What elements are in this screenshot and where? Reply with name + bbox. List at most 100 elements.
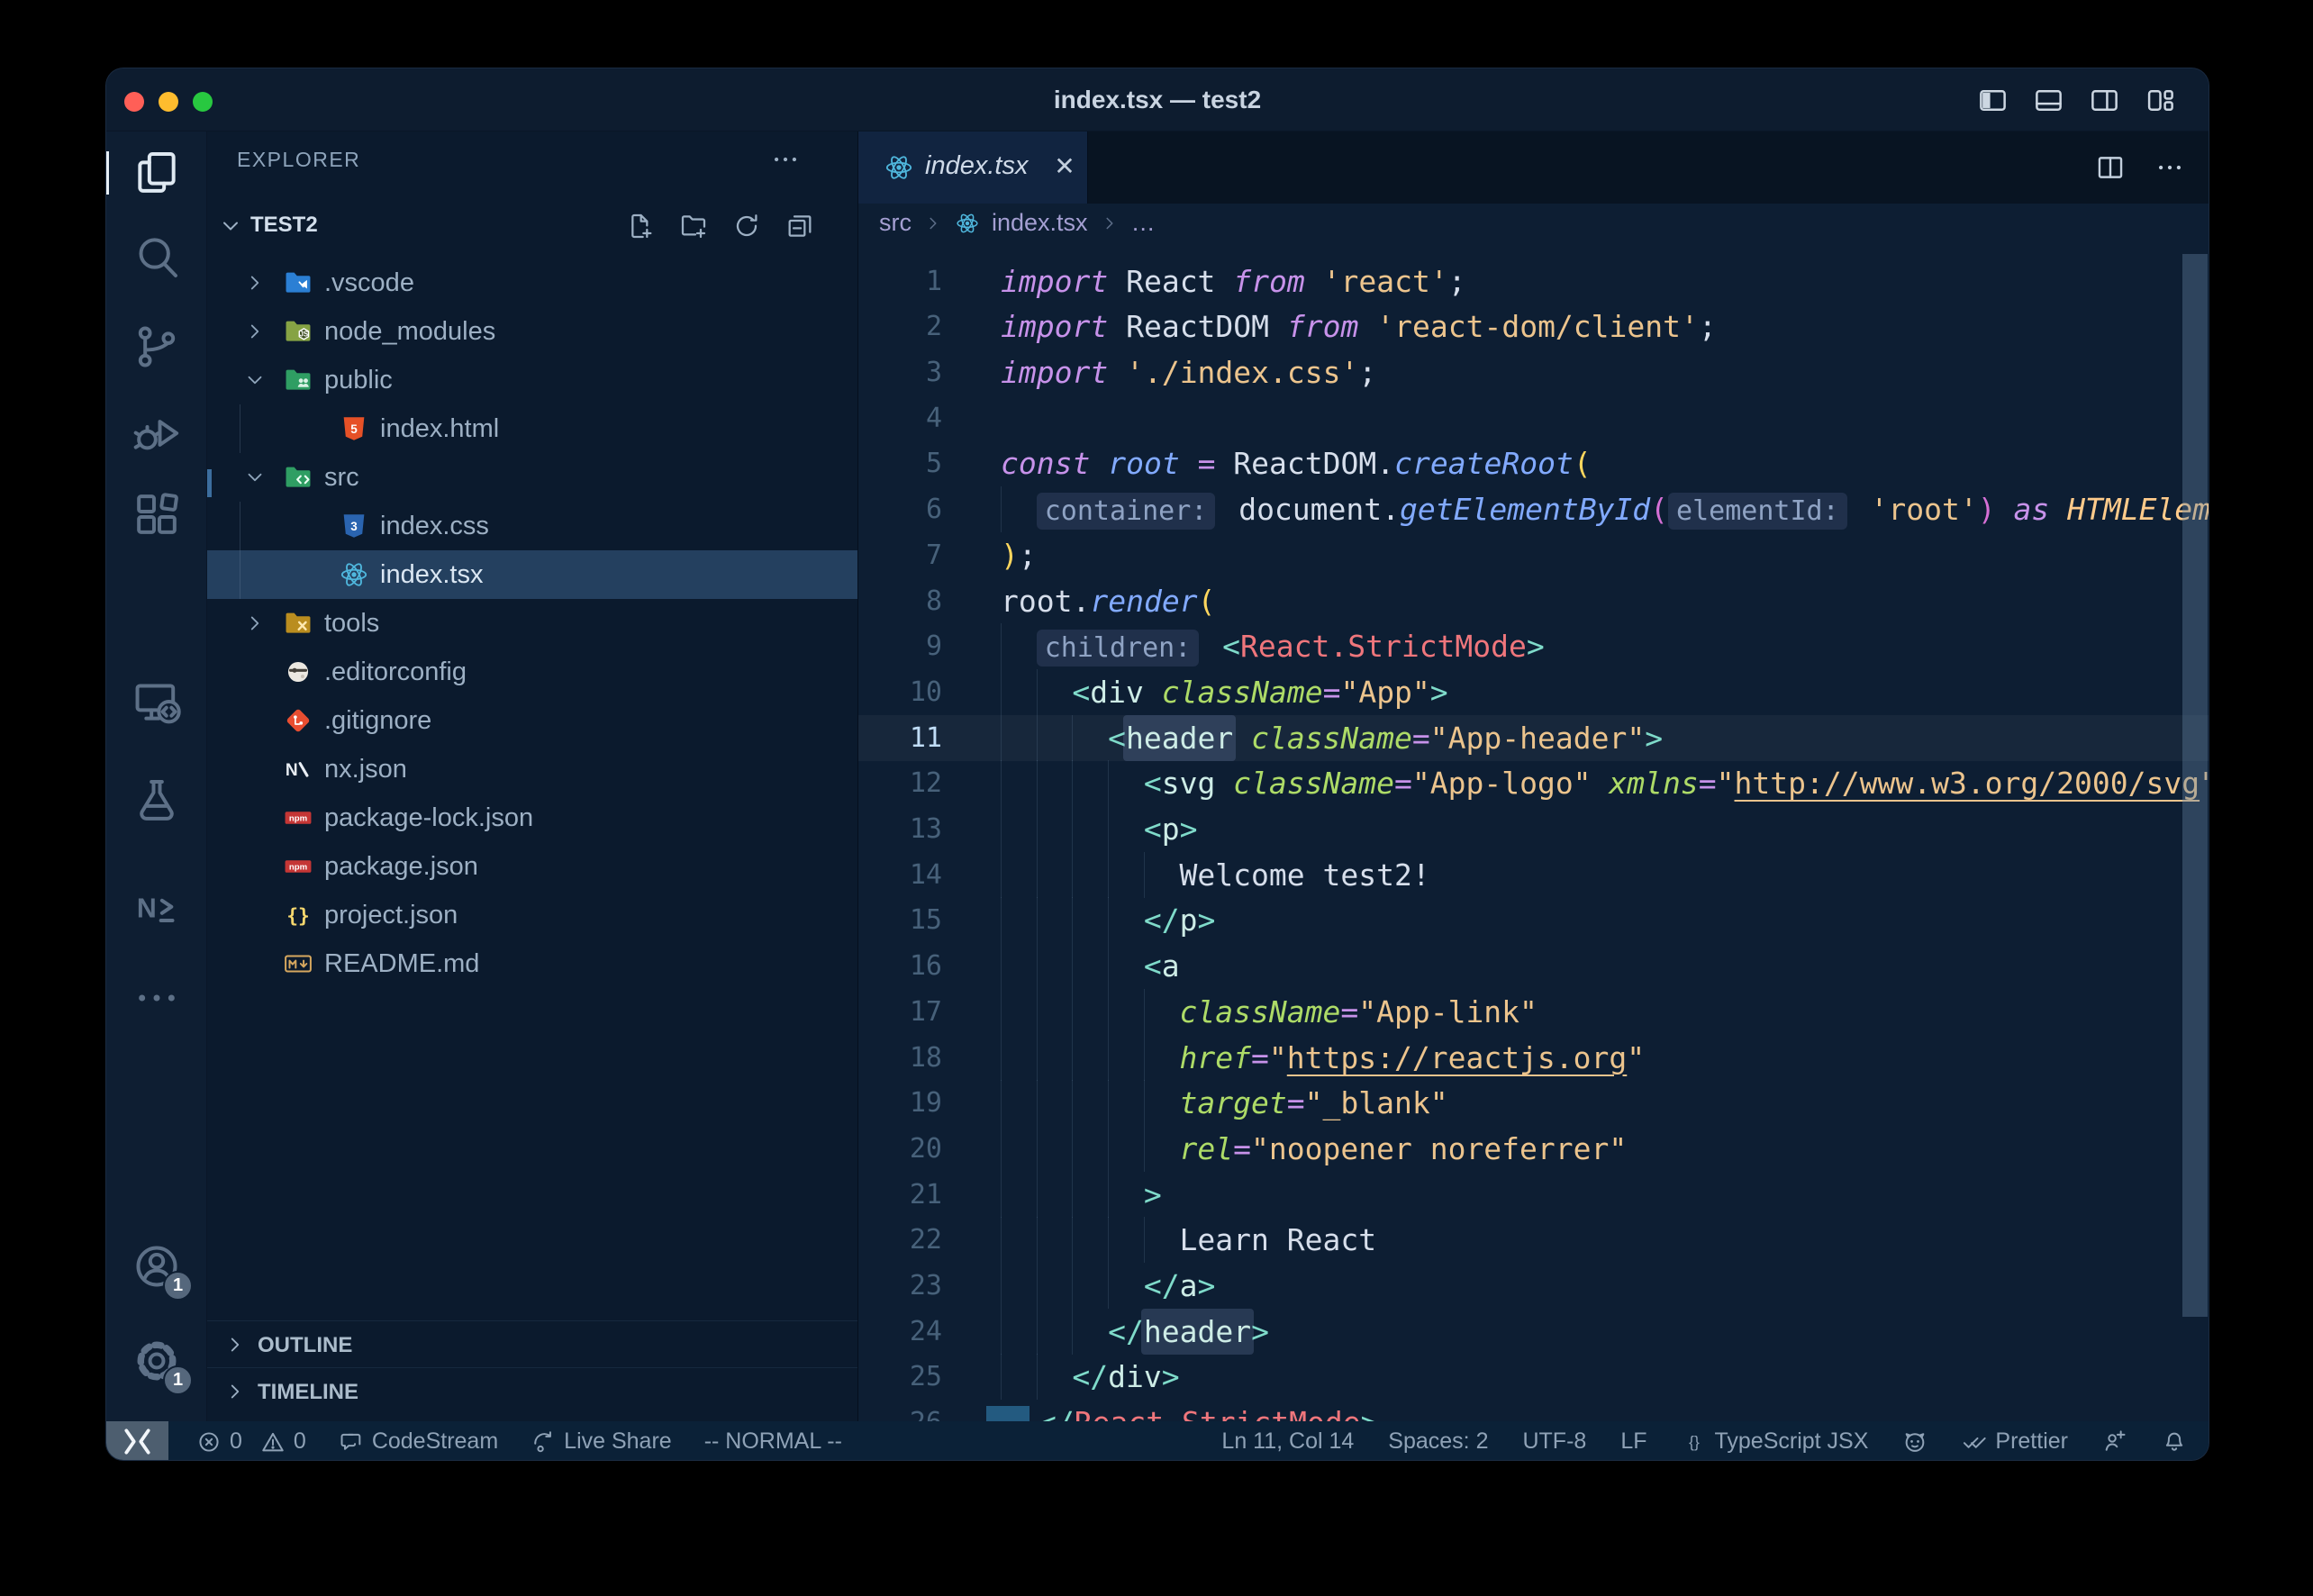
code-line-8[interactable]: 8root.render(	[858, 578, 2209, 624]
tree-item-src[interactable]: src	[207, 453, 857, 502]
code-line-11[interactable]: 11<header className="App-header">	[858, 715, 2209, 761]
code-line-24[interactable]: 24</header>	[858, 1309, 2209, 1355]
new-file-icon[interactable]	[626, 212, 655, 240]
code-line-22[interactable]: 22Learn React	[858, 1217, 2209, 1263]
code-line-16[interactable]: 16<a	[858, 943, 2209, 989]
activity-item-settings[interactable]: 1	[132, 1336, 182, 1386]
refresh-explorer-icon[interactable]	[732, 212, 761, 240]
close-tab-icon[interactable]: ✕	[1049, 151, 1080, 184]
status-item-codestream[interactable]: CodeStream	[339, 1428, 498, 1455]
status-item-warnings[interactable]: 0	[260, 1428, 306, 1455]
chevron-down-icon[interactable]	[243, 466, 267, 489]
activity-item-source-control[interactable]	[132, 322, 182, 372]
panel-outline[interactable]: OUTLINE	[207, 1320, 857, 1368]
code-line-13[interactable]: 13<p>	[858, 806, 2209, 852]
tree-item-index-html[interactable]: 5index.html	[207, 404, 857, 453]
tree-item-package-lock-json[interactable]: npmpackage-lock.json	[207, 793, 857, 842]
code-line-9[interactable]: 9children: <React.StrictMode>	[858, 623, 2209, 669]
chevron-right-icon[interactable]	[243, 320, 267, 343]
layout-sidebar-left-icon[interactable]	[1977, 85, 2009, 116]
status-item-eol[interactable]: LF	[1620, 1428, 1646, 1455]
split-editor-icon[interactable]	[2095, 152, 2126, 183]
panel-label: TIMELINE	[258, 1380, 358, 1405]
code-line-26[interactable]: 26</React.StrictMode>	[858, 1400, 2209, 1421]
status-item-language-mode[interactable]: {}TypeScript JSX	[1682, 1428, 1869, 1455]
line-number: 20	[858, 1126, 942, 1172]
layout-grid-icon[interactable]	[2145, 85, 2176, 116]
status-item-cursor-position[interactable]: Ln 11, Col 14	[1221, 1428, 1354, 1455]
tree-item-public[interactable]: public	[207, 356, 857, 404]
status-item-errors[interactable]: 0	[196, 1428, 242, 1455]
activity-item-more-views[interactable]	[132, 973, 182, 1023]
remote-indicator[interactable]	[106, 1421, 168, 1461]
line-number: 3	[858, 349, 942, 395]
activity-item-accounts[interactable]: 1	[132, 1241, 182, 1292]
code-line-23[interactable]: 23</a>	[858, 1263, 2209, 1309]
code-line-12[interactable]: 12<svg className="App-logo" xmlns="http:…	[858, 760, 2209, 806]
layout-panel-icon[interactable]	[2033, 85, 2064, 116]
breadcrumb-item[interactable]: index.tsx	[992, 209, 1088, 237]
code-line-15[interactable]: 15</p>	[858, 897, 2209, 943]
tree-item-label: project.json	[324, 901, 458, 930]
status-item-indentation[interactable]: Spaces: 2	[1388, 1428, 1488, 1455]
code-line-21[interactable]: 21>	[858, 1172, 2209, 1218]
code-line-14[interactable]: 14Welcome test2!	[858, 852, 2209, 898]
activity-item-remote-explorer[interactable]	[132, 676, 182, 727]
tree-item--gitignore[interactable]: .gitignore	[207, 696, 857, 745]
code-line-20[interactable]: 20rel="noopener noreferrer"	[858, 1126, 2209, 1172]
more-actions-icon[interactable]	[2154, 152, 2185, 183]
status-item-feedback[interactable]	[2102, 1429, 2127, 1455]
indent-guide	[1108, 989, 1109, 1035]
code-line-25[interactable]: 25</div>	[858, 1354, 2209, 1400]
code-line-19[interactable]: 19target="_blank"	[858, 1080, 2209, 1126]
code-line-2[interactable]: 2import ReactDOM from 'react-dom/client'…	[858, 304, 2209, 349]
layout-sidebar-right-icon[interactable]	[2089, 85, 2120, 116]
tree-item-package-json[interactable]: npmpackage.json	[207, 842, 857, 891]
status-item-notifications[interactable]	[2162, 1429, 2187, 1455]
tree-item-project-json[interactable]: {}project.json	[207, 891, 857, 939]
explorer-more-actions-icon[interactable]	[770, 144, 801, 175]
folder-section-header[interactable]: TEST2	[207, 202, 857, 249]
code-line-1[interactable]: 1import React from 'react';	[858, 258, 2209, 304]
code-line-18[interactable]: 18href="https://reactjs.org"	[858, 1035, 2209, 1081]
title-layout-controls	[1977, 68, 2176, 131]
collapse-folders-icon[interactable]	[785, 212, 814, 240]
new-folder-icon[interactable]	[679, 212, 708, 240]
code-line-3[interactable]: 3import './index.css';	[858, 349, 2209, 395]
code-line-5[interactable]: 5const root = ReactDOM.createRoot(	[858, 440, 2209, 486]
editor-scrollbar[interactable]	[2182, 254, 2208, 1317]
tree-item-readme-md[interactable]: README.md	[207, 939, 857, 988]
tree-item-index-tsx[interactable]: index.tsx	[207, 550, 857, 599]
tree-item-node-modules[interactable]: JSnode_modules	[207, 307, 857, 356]
status-item-prettier[interactable]: Prettier	[1962, 1428, 2068, 1455]
activity-item-extensions[interactable]	[132, 489, 182, 540]
code-line-10[interactable]: 10<div className="App">	[858, 669, 2209, 715]
tab-index-tsx[interactable]: index.tsx ✕	[858, 131, 1088, 204]
tree-item-nx-json[interactable]: Nnx.json	[207, 745, 857, 793]
chevron-right-icon[interactable]	[243, 271, 267, 295]
panel-timeline[interactable]: TIMELINE	[207, 1367, 857, 1415]
status-item-encoding[interactable]: UTF-8	[1522, 1428, 1586, 1455]
tree-item--vscode[interactable]: .vscode	[207, 258, 857, 307]
code-line-6[interactable]: 6container: document.getElementById(elem…	[858, 486, 2209, 532]
activity-item-explorer[interactable]	[132, 148, 182, 198]
chevron-right-icon[interactable]	[243, 612, 267, 635]
activity-item-run-and-debug[interactable]	[132, 408, 182, 458]
tree-item-index-css[interactable]: 3index.css	[207, 502, 857, 550]
status-item-vim-mode[interactable]: -- NORMAL --	[704, 1428, 842, 1455]
activity-item-nx-console[interactable]: N	[132, 883, 182, 933]
tree-item--editorconfig[interactable]: .editorconfig	[207, 648, 857, 696]
code-text: const root = ReactDOM.createRoot(	[1001, 440, 1592, 486]
breadcrumb-item[interactable]: …	[1131, 209, 1156, 237]
status-item-live-share[interactable]: Live Share	[531, 1428, 672, 1455]
code-line-7[interactable]: 7);	[858, 532, 2209, 578]
status-item-github[interactable]	[1902, 1429, 1928, 1455]
activity-item-testing[interactable]	[132, 775, 182, 826]
breadcrumb-item[interactable]: src	[879, 209, 912, 237]
chevron-down-icon[interactable]	[243, 368, 267, 392]
activity-item-search[interactable]	[132, 231, 182, 282]
code-line-17[interactable]: 17className="App-link"	[858, 989, 2209, 1035]
tree-item-tools[interactable]: tools	[207, 599, 857, 648]
code-editor[interactable]: 1import React from 'react';2import React…	[858, 242, 2209, 1421]
code-line-4[interactable]: 4	[858, 395, 2209, 441]
